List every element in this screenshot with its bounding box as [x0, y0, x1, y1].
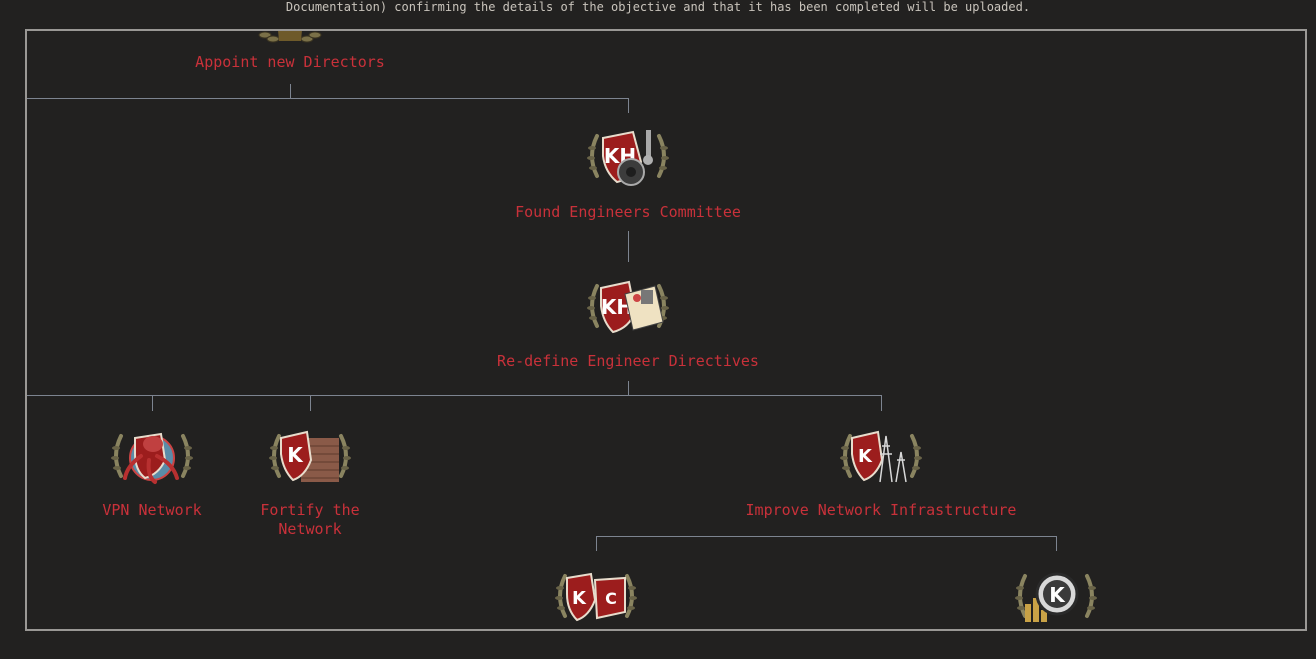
focus-label-improve-network-infrastructure: Improve Network Infrastructure — [745, 501, 1017, 519]
connector — [628, 98, 629, 113]
focus-k-coin[interactable]: K — [1011, 566, 1101, 629]
focus-description-text: Documentation) confirming the details of… — [285, 0, 1031, 14]
kdc-emblem-icon: K C — [555, 572, 637, 622]
connector — [596, 536, 1057, 537]
connector — [290, 84, 291, 98]
focus-redefine-engineer-directives[interactable]: KH — [583, 276, 673, 346]
focus-label-appoint-new-directors: Appoint new Directors — [195, 53, 385, 71]
brick-wall-emblem-icon: K — [269, 430, 351, 482]
focus-found-engineers-committee[interactable]: KH — [583, 126, 673, 196]
svg-text:K: K — [572, 588, 587, 609]
focus-vpn-network[interactable] — [107, 426, 197, 496]
connector — [1056, 536, 1057, 551]
focus-improve-network-infrastructure[interactable]: K — [836, 426, 926, 496]
focus-label-found-engineers-committee: Found Engineers Committee — [515, 203, 741, 221]
focus-label-vpn-network: VPN Network — [102, 501, 202, 519]
focus-kdc[interactable]: K C — [551, 566, 641, 629]
svg-text:K: K — [287, 443, 304, 467]
focus-fortify-the-network[interactable]: K — [265, 426, 355, 496]
k-coin-emblem-icon: K — [1015, 572, 1097, 622]
power-pylon-emblem-icon: K — [840, 430, 922, 483]
focus-label-redefine-engineer-directives: Re-define Engineer Directives — [497, 352, 759, 370]
svg-text:K: K — [858, 446, 873, 467]
connector — [310, 395, 311, 411]
connector — [27, 98, 629, 99]
directors-emblem-icon — [258, 31, 322, 43]
connector — [27, 395, 882, 396]
engineers-gear-emblem-icon: KH — [587, 130, 669, 186]
connector — [881, 395, 882, 411]
connector — [628, 231, 629, 262]
focus-label-fortify-the-network: Fortify the Network — [260, 501, 360, 538]
svg-text:C: C — [605, 589, 617, 608]
connector — [628, 381, 629, 395]
connector — [152, 395, 153, 411]
svg-text:K: K — [1049, 583, 1066, 607]
octopus-emblem-icon — [111, 432, 193, 484]
directives-document-emblem-icon: KH — [587, 280, 669, 334]
focus-tree-frame: Appoint new Directors KH Found Engineers… — [25, 29, 1307, 631]
connector — [596, 536, 597, 551]
